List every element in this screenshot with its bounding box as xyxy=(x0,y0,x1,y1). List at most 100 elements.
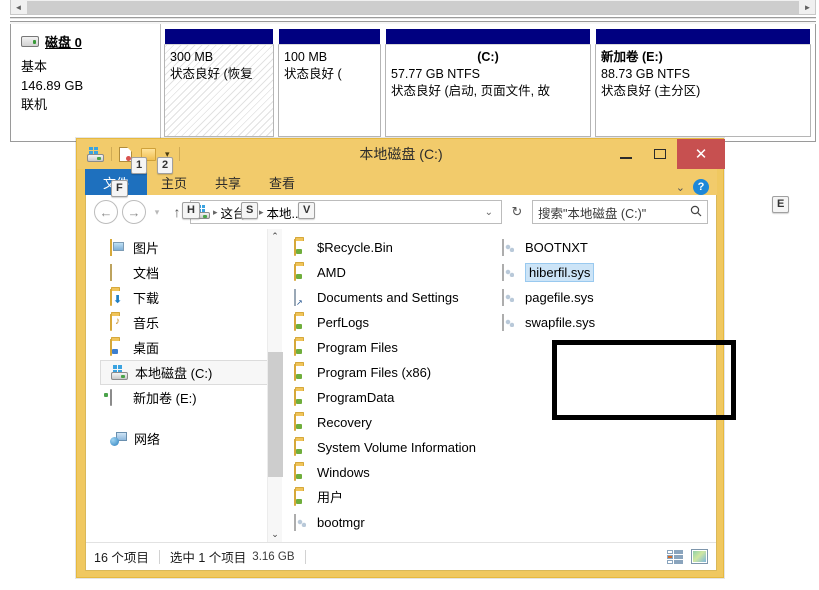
keytip-home: H xyxy=(182,202,200,219)
tab-view[interactable]: 查看 xyxy=(255,169,309,195)
list-item[interactable]: ProgramData xyxy=(292,385,500,410)
ribbon-right-controls[interactable]: ⌄ ? xyxy=(676,179,717,195)
tab-share[interactable]: 共享 xyxy=(201,169,255,195)
scroll-down-icon[interactable]: ⌄ xyxy=(271,527,279,542)
partition-status: 状态良好 ( xyxy=(284,67,342,81)
file-name: ProgramData xyxy=(317,390,395,405)
list-item[interactable]: BOOTNXT xyxy=(500,235,708,260)
list-item[interactable]: bootmgr xyxy=(292,510,500,535)
expand-ribbon-icon[interactable]: ⌄ xyxy=(676,181,685,194)
partition-status: 状态良好 (恢复 xyxy=(170,67,253,81)
forward-button[interactable]: → xyxy=(122,200,146,224)
address-dropdown-icon[interactable]: ⌄ xyxy=(481,207,497,218)
folder-icon xyxy=(294,488,310,506)
partition-size: 57.77 GB NTFS xyxy=(391,67,480,81)
keytip-1: 1 xyxy=(131,157,148,174)
maximize-button[interactable] xyxy=(643,139,677,169)
help-icon[interactable]: ? xyxy=(693,179,709,195)
scroll-right-icon[interactable]: ► xyxy=(800,1,815,14)
minimize-icon xyxy=(620,157,632,159)
large-icons-view-icon[interactable] xyxy=(691,549,708,564)
file-name: BOOTNXT xyxy=(525,240,588,255)
file-name: Recovery xyxy=(317,415,372,430)
sidebar-item-label: 桌面 xyxy=(133,341,160,356)
pictures-icon xyxy=(110,238,126,256)
list-item[interactable]: PerfLogs xyxy=(292,310,500,335)
list-item[interactable]: 用户 xyxy=(292,485,500,510)
list-item[interactable]: Windows xyxy=(292,460,500,485)
list-item[interactable]: Program Files xyxy=(292,335,500,360)
sidebar-item-desktop[interactable]: 桌面 xyxy=(86,335,282,360)
sidebar-item-pictures[interactable]: 图片 xyxy=(86,235,282,260)
sidebar-item-label: 图片 xyxy=(133,241,160,256)
window-controls[interactable]: ✕ xyxy=(609,139,725,169)
address-bar-row: ← → ▾ ↑ ▸ 这台... ▸ 本地... ▸ ⌄ ↻ xyxy=(86,195,716,229)
partition-efi[interactable]: 100 MB 状态良好 ( xyxy=(278,28,381,137)
desktop-icon xyxy=(110,338,126,356)
close-button[interactable]: ✕ xyxy=(677,139,725,169)
breadcrumb-separator[interactable]: ▸ xyxy=(259,207,264,218)
list-item[interactable]: pagefile.sys xyxy=(500,285,708,310)
partition-status: 状态良好 (主分区) xyxy=(601,84,701,98)
partition-c[interactable]: (C:) 57.77 GB NTFS 状态良好 (启动, 页面文件, 故 xyxy=(385,28,591,137)
breadcrumb-separator[interactable]: ▸ xyxy=(213,207,218,218)
disk-capacity: 146.89 GB xyxy=(21,78,84,93)
breadcrumb-local-disk[interactable]: 本地... xyxy=(266,203,301,222)
search-icon[interactable] xyxy=(690,205,702,220)
toolbar-divider xyxy=(178,147,180,161)
partition-size: 300 MB xyxy=(170,50,214,64)
system-file-icon xyxy=(294,513,310,531)
back-button[interactable]: ← xyxy=(94,200,118,224)
disk-info-panel[interactable]: 磁盘 0 基本 146.89 GB 联机 xyxy=(11,24,161,141)
sidebar-item-label: 网络 xyxy=(134,432,161,447)
ribbon-tab-bar[interactable]: 文件 主页 共享 查看 ⌄ ? xyxy=(85,169,717,195)
sidebar-item-volume-e[interactable]: 新加卷 (E:) xyxy=(86,385,282,410)
scroll-up-icon[interactable]: ⌃ xyxy=(271,229,279,244)
sidebar-item-music[interactable]: ♪ 音乐 xyxy=(86,310,282,335)
file-name: Program Files xyxy=(317,340,398,355)
downloads-icon: ⬇ xyxy=(110,288,126,306)
scrollbar-track[interactable] xyxy=(267,244,283,527)
sidebar-item-downloads[interactable]: ⬇ 下载 xyxy=(86,285,282,310)
folder-icon xyxy=(294,413,310,431)
drive-icon[interactable] xyxy=(87,146,104,162)
refresh-button[interactable]: ↻ xyxy=(506,200,528,224)
list-item[interactable]: System Volume Information xyxy=(292,435,500,460)
partition-recovery[interactable]: 300 MB 状态良好 (恢复 xyxy=(164,28,274,137)
scrollbar-thumb[interactable] xyxy=(267,352,283,477)
list-item[interactable]: Documents and Settings xyxy=(292,285,500,310)
navigation-pane-scrollbar[interactable]: ⌃ ⌄ xyxy=(267,229,283,542)
list-item[interactable]: Recovery xyxy=(292,410,500,435)
file-name: AMD xyxy=(317,265,346,280)
list-item[interactable]: Program Files (x86) xyxy=(292,360,500,385)
sidebar-item-local-disk-c[interactable]: 本地磁盘 (C:) xyxy=(100,360,276,385)
list-item[interactable]: $Recycle.Bin xyxy=(292,235,500,260)
details-view-icon[interactable] xyxy=(667,549,684,564)
search-box[interactable]: 搜索"本地磁盘 (C:)" xyxy=(532,200,708,224)
disk-management-horizontal-scrollbar[interactable]: ◄ ► xyxy=(10,0,816,15)
sidebar-item-documents[interactable]: 文档 xyxy=(86,260,282,285)
sidebar-item-label: 下载 xyxy=(133,291,160,306)
recent-locations-button[interactable]: ▾ xyxy=(150,200,164,224)
file-list-pane[interactable]: $Recycle.Bin AMD Documents and Settings … xyxy=(282,229,716,542)
view-buttons[interactable] xyxy=(667,549,708,564)
partition-body: 新加卷 (E:) 88.73 GB NTFS 状态良好 (主分区) xyxy=(595,44,811,137)
list-item[interactable]: swapfile.sys xyxy=(500,310,708,335)
minimize-button[interactable] xyxy=(609,139,643,169)
scrollbar-thumb[interactable] xyxy=(27,0,799,14)
title-bar[interactable]: ▾ 本地磁盘 (C:) ✕ xyxy=(77,139,725,169)
maximize-icon xyxy=(654,149,666,159)
scroll-left-icon[interactable]: ◄ xyxy=(11,1,26,14)
disk-title-row: 磁盘 0 xyxy=(21,32,160,51)
tab-home[interactable]: 主页 xyxy=(147,169,201,195)
breadcrumb-address-bar[interactable]: ▸ 这台... ▸ 本地... ▸ ⌄ xyxy=(190,200,502,224)
sidebar-item-network[interactable]: 网络 xyxy=(86,426,282,451)
partition-header-bar xyxy=(385,28,591,44)
list-item-selected[interactable]: hiberfil.sys xyxy=(500,260,708,285)
sidebar-item-label: 本地磁盘 (C:) xyxy=(135,366,213,381)
status-divider xyxy=(304,549,306,564)
status-bar: 16 个项目 选中 1 个项目 3.16 GB xyxy=(86,542,716,570)
partition-e[interactable]: 新加卷 (E:) 88.73 GB NTFS 状态良好 (主分区) xyxy=(595,28,811,137)
file-name: Program Files (x86) xyxy=(317,365,432,380)
list-item[interactable]: AMD xyxy=(292,260,500,285)
